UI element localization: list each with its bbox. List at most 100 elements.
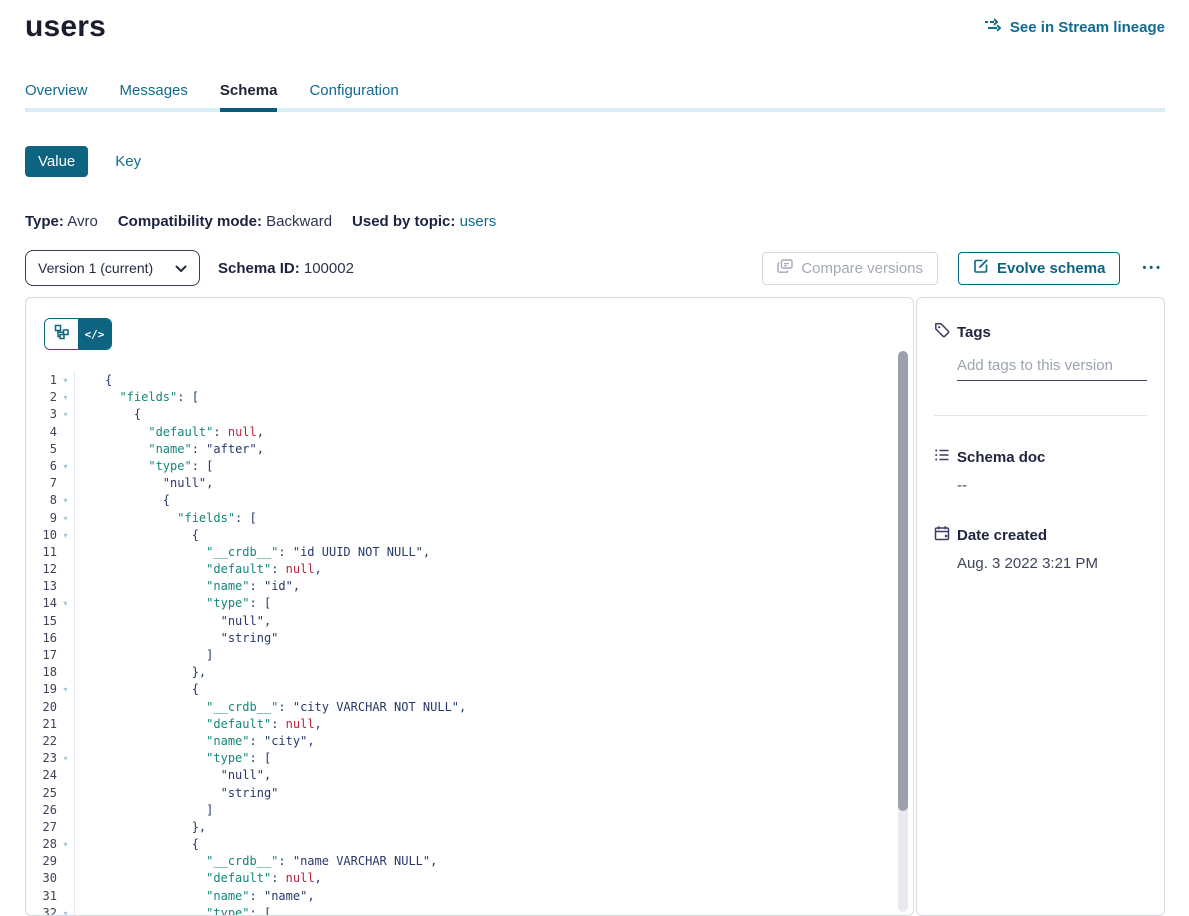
evolve-schema-button[interactable]: Evolve schema <box>958 252 1120 285</box>
fold-arrow-icon[interactable]: ▾ <box>57 595 74 612</box>
compare-versions-button[interactable]: Compare versions <box>762 252 938 285</box>
more-actions-button[interactable]: ••• <box>1140 262 1165 274</box>
line-number: 4 <box>26 424 57 441</box>
fold-spacer <box>57 544 74 561</box>
tab-track <box>25 108 1165 112</box>
fold-arrow-icon[interactable]: ▾ <box>57 492 74 509</box>
sidebar-divider <box>934 415 1147 416</box>
code-text: "__crdb__": "id UUID NOT NULL", <box>75 544 430 561</box>
fold-arrow-icon[interactable]: ▾ <box>57 905 74 916</box>
code-scrollbar-thumb[interactable] <box>898 351 908 811</box>
code-line: 29 "__crdb__": "name VARCHAR NULL", <box>26 853 913 870</box>
fold-arrow-icon[interactable]: ▾ <box>57 836 74 853</box>
fold-spacer <box>57 475 74 492</box>
code-line: 4 "default": null, <box>26 424 913 441</box>
line-number: 7 <box>26 475 57 492</box>
code-view-icon: </> <box>85 328 105 341</box>
code-line: 21 "default": null, <box>26 716 913 733</box>
tree-view-button[interactable] <box>45 319 78 349</box>
line-number: 25 <box>26 785 57 802</box>
line-number: 10 <box>26 527 57 544</box>
line-number: 15 <box>26 613 57 630</box>
schema-code-panel: </> 1▾{2▾ "fields": [3▾ {4 "default": nu… <box>25 297 914 916</box>
code-line: 13 "name": "id", <box>26 578 913 595</box>
fold-spacer <box>57 613 74 630</box>
fold-arrow-icon[interactable]: ▾ <box>57 510 74 527</box>
fold-arrow-icon[interactable]: ▾ <box>57 372 74 389</box>
schema-code-editor[interactable]: 1▾{2▾ "fields": [3▾ {4 "default": null,5… <box>26 372 913 916</box>
fold-spacer <box>57 870 74 887</box>
value-tab-button[interactable]: Value <box>25 146 88 177</box>
fold-arrow-icon[interactable]: ▾ <box>57 527 74 544</box>
chevron-down-icon <box>175 260 187 276</box>
code-line: 32▾ "type": [ <box>26 905 913 916</box>
fold-arrow-icon[interactable]: ▾ <box>57 389 74 406</box>
code-text: "null", <box>75 767 271 784</box>
version-bar: Version 1 (current) Schema ID: 100002 Co… <box>25 250 1165 286</box>
date-created-heading: Date created <box>957 527 1047 544</box>
page-title: users <box>25 10 106 44</box>
code-line: 25 "string" <box>26 785 913 802</box>
line-number: 29 <box>26 853 57 870</box>
code-line: 7 "null", <box>26 475 913 492</box>
fold-spacer <box>57 561 74 578</box>
code-text: { <box>75 406 141 423</box>
code-line: 24 "null", <box>26 767 913 784</box>
code-text: "string" <box>75 785 278 802</box>
fold-spacer <box>57 441 74 458</box>
line-number: 6 <box>26 458 57 475</box>
code-line: 11 "__crdb__": "id UUID NOT NULL", <box>26 544 913 561</box>
code-line: 20 "__crdb__": "city VARCHAR NOT NULL", <box>26 699 913 716</box>
see-in-stream-lineage-link[interactable]: See in Stream lineage <box>984 18 1165 36</box>
code-view-button[interactable]: </> <box>78 319 111 349</box>
fold-spacer <box>57 767 74 784</box>
line-number: 32 <box>26 905 57 916</box>
code-scrollbar-track[interactable] <box>898 351 908 912</box>
code-text: "__crdb__": "name VARCHAR NULL", <box>75 853 437 870</box>
fold-arrow-icon[interactable]: ▾ <box>57 458 74 475</box>
fold-spacer <box>57 424 74 441</box>
code-text: { <box>75 836 199 853</box>
fold-arrow-icon[interactable]: ▾ <box>57 681 74 698</box>
tab-schema[interactable]: Schema <box>220 82 278 112</box>
schema-id-label: Schema ID: <box>218 260 300 277</box>
schema-doc-value: -- <box>957 477 1147 494</box>
type-label: Type: <box>25 213 64 230</box>
code-text: "name": "name", <box>75 888 315 905</box>
key-tab-button[interactable]: Key <box>115 153 141 170</box>
code-text: { <box>75 681 199 698</box>
tags-heading: Tags <box>957 324 991 341</box>
value-key-toggle: Value Key <box>25 146 1165 177</box>
code-text: }, <box>75 664 206 681</box>
tags-input[interactable] <box>957 355 1147 381</box>
line-number: 31 <box>26 888 57 905</box>
stream-lineage-icon <box>984 18 1003 36</box>
version-select[interactable]: Version 1 (current) <box>25 250 200 286</box>
fold-spacer <box>57 716 74 733</box>
code-text: "default": null, <box>75 424 264 441</box>
compare-versions-label: Compare versions <box>801 260 923 277</box>
topic-link[interactable]: users <box>460 213 497 230</box>
line-number: 27 <box>26 819 57 836</box>
fold-arrow-icon[interactable]: ▾ <box>57 406 74 423</box>
schema-meta-row: Type: Avro Compatibility mode: Backward … <box>25 213 1165 230</box>
code-line: 8▾ { <box>26 492 913 509</box>
date-created-section: Date created Aug. 3 2022 3:21 PM <box>934 525 1147 572</box>
code-line: 12 "default": null, <box>26 561 913 578</box>
date-created-value: Aug. 3 2022 3:21 PM <box>957 555 1147 572</box>
page-header: users See in Stream lineage <box>25 10 1165 44</box>
edit-schema-icon <box>973 258 989 278</box>
schema-doc-heading-row: Schema doc <box>934 447 1147 467</box>
code-line: 28▾ { <box>26 836 913 853</box>
line-number: 1 <box>26 372 57 389</box>
code-line: 17 ] <box>26 647 913 664</box>
code-line: 15 "null", <box>26 613 913 630</box>
tags-heading-row: Tags <box>934 322 1147 342</box>
fold-arrow-icon[interactable]: ▾ <box>57 750 74 767</box>
schema-id: Schema ID: 100002 <box>218 260 354 277</box>
code-text: "type": [ <box>75 458 213 475</box>
code-text: "type": [ <box>75 750 271 767</box>
line-number: 8 <box>26 492 57 509</box>
schema-sidebar: Tags Schema <box>916 297 1165 916</box>
line-number: 19 <box>26 681 57 698</box>
